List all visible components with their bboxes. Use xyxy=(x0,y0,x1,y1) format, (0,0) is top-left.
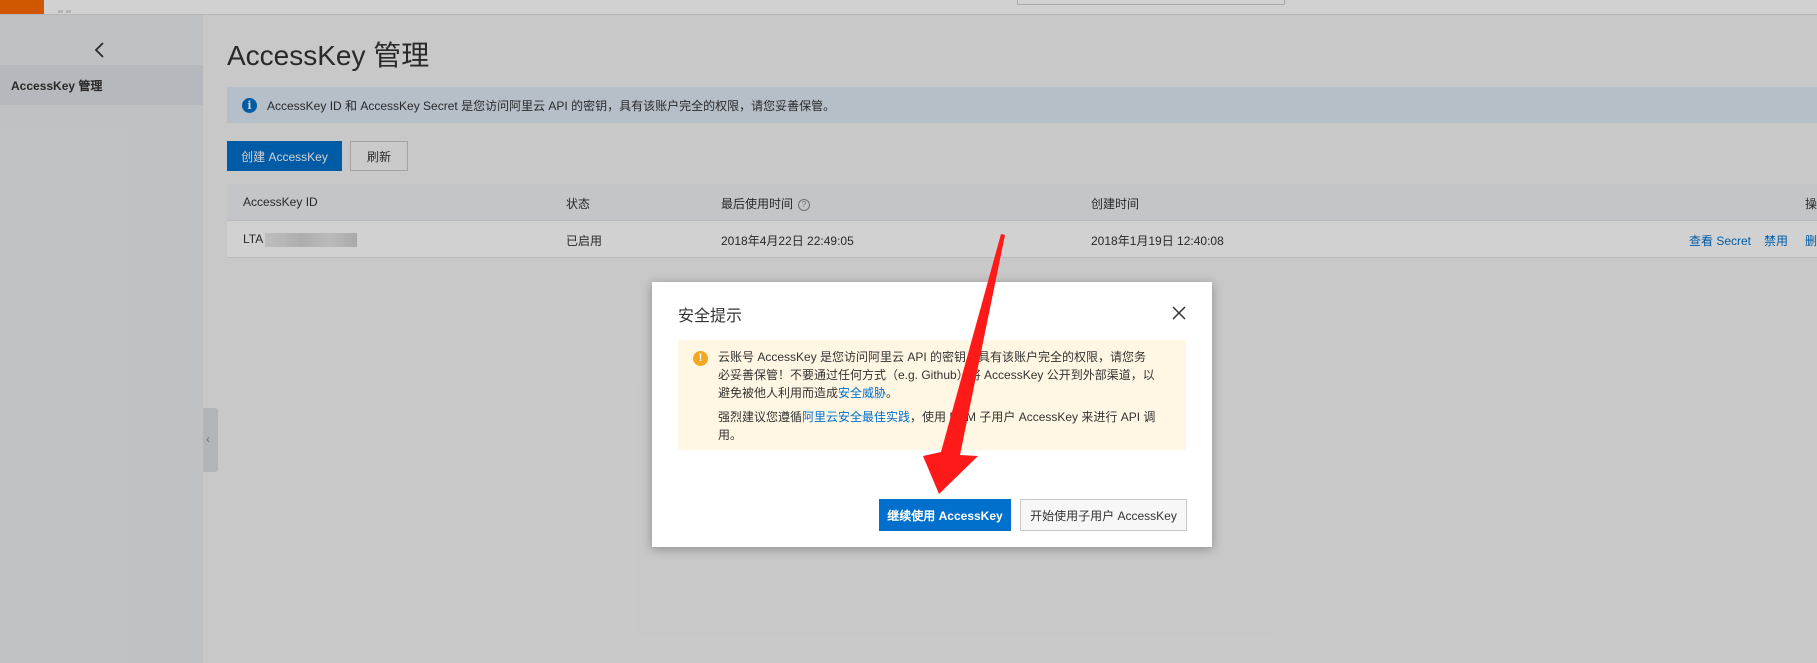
warning-paragraph-2: 强烈建议您遵循阿里云安全最佳实践，使用 RAM 子用户 AccessKey 来进… xyxy=(718,408,1158,444)
warning-text-1b: 。 xyxy=(886,386,899,400)
warning-text: 云账号 AccessKey 是您访问阿里云 API 的密钥，具有该账户完全的权限… xyxy=(718,348,1158,450)
warning-text-1a: 云账号 AccessKey 是您访问阿里云 API 的密钥，具有该账户完全的权限… xyxy=(718,350,1155,400)
security-threat-link[interactable]: 安全威胁 xyxy=(838,386,886,400)
best-practice-link[interactable]: 阿里云安全最佳实践 xyxy=(802,410,910,424)
close-icon[interactable] xyxy=(1170,304,1188,322)
dialog-title: 安全提示 xyxy=(678,308,743,325)
security-dialog: 安全提示 ! 云账号 AccessKey 是您访问阿里云 API 的密钥，具有该… xyxy=(652,282,1212,547)
warning-paragraph-1: 云账号 AccessKey 是您访问阿里云 API 的密钥，具有该账户完全的权限… xyxy=(718,348,1158,402)
warning-box: ! 云账号 AccessKey 是您访问阿里云 API 的密钥，具有该账户完全的… xyxy=(678,340,1186,450)
continue-accesskey-button[interactable]: 继续使用 AccessKey xyxy=(879,499,1011,531)
warning-icon: ! xyxy=(693,351,708,366)
use-subuser-accesskey-button[interactable]: 开始使用子用户 AccessKey xyxy=(1020,499,1187,531)
warning-text-2a: 强烈建议您遵循 xyxy=(718,410,803,424)
